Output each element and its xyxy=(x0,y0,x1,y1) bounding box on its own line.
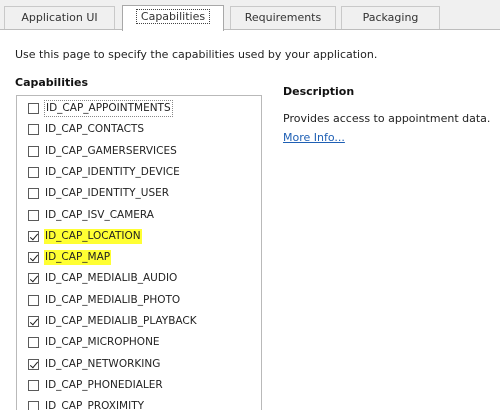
tab-requirements[interactable]: Requirements xyxy=(230,6,336,29)
capabilities-page: Application UI Capabilities Requirements… xyxy=(0,0,500,410)
capability-checkbox[interactable] xyxy=(28,124,39,136)
capability-row[interactable]: ID_CAP_IDENTITY_DEVICE xyxy=(17,162,261,183)
capability-checkbox[interactable] xyxy=(28,145,39,157)
capability-label: ID_CAP_IDENTITY_USER xyxy=(45,187,170,200)
capabilities-list[interactable]: ID_CAP_APPOINTMENTS ID_CAP_CONTACTS ID_CAP… xyxy=(16,95,262,410)
capability-checkbox[interactable] xyxy=(28,379,39,391)
capability-checkbox[interactable] xyxy=(28,273,39,285)
capability-label: ID_CAP_PHONEDIALER xyxy=(45,378,163,391)
tab-strip: Application UI Capabilities Requirements… xyxy=(0,0,500,31)
capability-label: ID_CAP_MEDIALIB_PHOTO xyxy=(45,293,181,306)
tab-packaging[interactable]: Packaging xyxy=(341,6,440,29)
capability-row[interactable]: ID_CAP_PHONEDIALER xyxy=(17,375,261,396)
capability-row[interactable]: ID_CAP_APPOINTMENTS xyxy=(17,98,261,119)
capability-row[interactable]: ID_CAP_ISV_CAMERA xyxy=(17,205,261,226)
intro-text: Use this page to specify the capabilitie… xyxy=(15,48,378,61)
capability-checkbox[interactable] xyxy=(28,252,39,264)
capability-row[interactable]: ID_CAP_LOCATION xyxy=(17,226,261,247)
capability-label: ID_CAP_MAP xyxy=(44,250,112,266)
capability-row[interactable]: ID_CAP_MEDIALIB_AUDIO xyxy=(17,268,261,289)
capability-checkbox[interactable] xyxy=(28,188,39,200)
capability-label: ID_CAP_MEDIALIB_PLAYBACK xyxy=(45,315,197,327)
capability-checkbox[interactable] xyxy=(28,294,39,306)
capability-row[interactable]: ID_CAP_NETWORKING xyxy=(17,354,261,375)
capability-label: ID_CAP_MEDIALIB_AUDIO xyxy=(45,272,178,285)
capability-row[interactable]: ID_CAP_PROXIMITY xyxy=(17,396,261,410)
tab-capabilities-label: Capabilities xyxy=(135,9,211,24)
capability-row[interactable]: ID_CAP_MICROPHONE xyxy=(17,332,261,353)
capability-checkbox[interactable] xyxy=(28,103,39,114)
capability-label: ID_CAP_LOCATION xyxy=(44,228,142,244)
capability-label: ID_CAP_PROXIMITY xyxy=(45,400,145,410)
capabilities-heading: Capabilities xyxy=(15,76,89,89)
tab-packaging-label: Packaging xyxy=(362,11,419,24)
tab-requirements-label: Requirements xyxy=(244,11,322,24)
capability-row[interactable]: ID_CAP_MEDIALIB_PLAYBACK xyxy=(17,311,261,332)
description-heading: Description xyxy=(283,85,355,98)
tab-application-ui-label: Application UI xyxy=(21,11,98,24)
capability-checkbox[interactable] xyxy=(28,316,39,327)
capability-row[interactable]: ID_CAP_MEDIALIB_PHOTO xyxy=(17,290,261,311)
capability-row[interactable]: ID_CAP_MAP xyxy=(17,247,261,268)
capability-label: ID_CAP_MICROPHONE xyxy=(45,336,160,349)
tab-application-ui[interactable]: Application UI xyxy=(4,6,115,29)
capability-label: ID_CAP_IDENTITY_DEVICE xyxy=(45,165,180,178)
capability-label: ID_CAP_APPOINTMENTS xyxy=(44,100,173,117)
capability-row[interactable]: ID_CAP_IDENTITY_USER xyxy=(17,183,261,204)
description-text: Provides access to appointment data. xyxy=(283,112,491,125)
capability-label: ID_CAP_GAMERSERVICES xyxy=(45,144,177,157)
capability-label: ID_CAP_ISV_CAMERA xyxy=(45,208,154,221)
capability-checkbox[interactable] xyxy=(28,166,39,178)
capability-checkbox[interactable] xyxy=(28,358,39,370)
capability-checkbox[interactable] xyxy=(28,337,39,349)
tab-capabilities[interactable]: Capabilities xyxy=(122,5,224,31)
capability-checkbox[interactable] xyxy=(28,401,39,410)
capability-row[interactable]: ID_CAP_GAMERSERVICES xyxy=(17,141,261,162)
capability-checkbox[interactable] xyxy=(28,209,39,221)
capability-label: ID_CAP_CONTACTS xyxy=(45,123,144,136)
capability-label: ID_CAP_NETWORKING xyxy=(45,357,161,370)
more-info-link[interactable]: More Info... xyxy=(283,131,345,144)
capability-row[interactable]: ID_CAP_CONTACTS xyxy=(17,119,261,140)
capability-checkbox[interactable] xyxy=(28,230,39,242)
